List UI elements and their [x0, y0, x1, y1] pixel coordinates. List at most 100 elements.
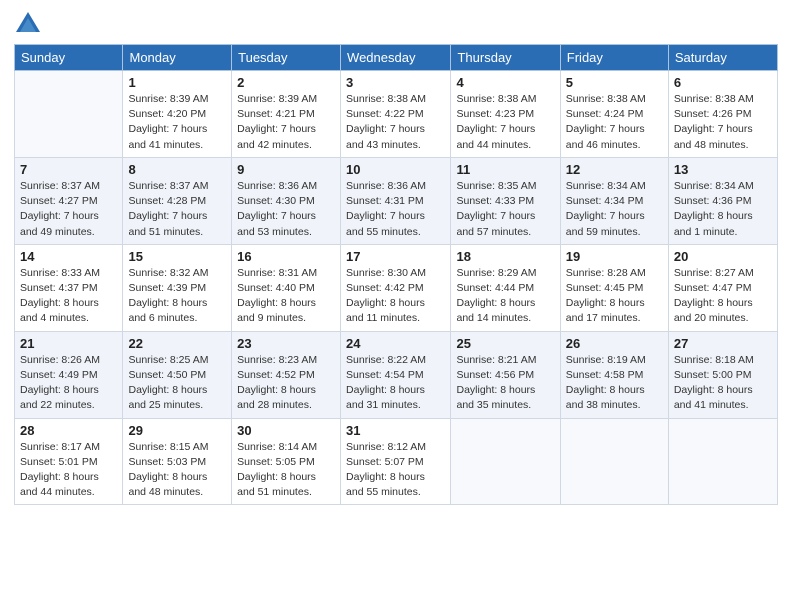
- calendar-cell: 22Sunrise: 8:25 AMSunset: 4:50 PMDayligh…: [123, 331, 232, 418]
- calendar-cell: 29 Sunrise: 8:15 AMSunset: 5:03 PMDayligh…: [123, 418, 232, 505]
- calendar-cell: 5Sunrise: 8:38 AMSunset: 4:24 PMDaylight…: [560, 71, 668, 158]
- day-info: Sunrise: 8:15 AMSunset: 5:03 PMDaylight:…: [128, 440, 226, 501]
- day-info: Sunrise: 8:32 AMSunset: 4:39 PMDaylight:…: [128, 266, 226, 327]
- calendar-cell: 19Sunrise: 8:28 AMSunset: 4:45 PMDayligh…: [560, 244, 668, 331]
- day-info: Sunrise: 8:38 AMSunset: 4:23 PMDaylight:…: [456, 92, 554, 153]
- col-tuesday: Tuesday: [232, 45, 341, 71]
- day-info: Sunrise: 8:30 AMSunset: 4:42 PMDaylight:…: [346, 266, 445, 327]
- day-number: 30: [237, 423, 335, 438]
- day-number: 20: [674, 249, 772, 264]
- day-info: Sunrise: 8:27 AMSunset: 4:47 PMDaylight:…: [674, 266, 772, 327]
- day-info: Sunrise: 8:35 AMSunset: 4:33 PMDaylight:…: [456, 179, 554, 240]
- day-info: Sunrise: 8:22 AMSunset: 4:54 PMDaylight:…: [346, 353, 445, 414]
- calendar-cell: [668, 418, 777, 505]
- day-info: Sunrise: 8:26 AMSunset: 4:49 PMDaylight:…: [20, 353, 117, 414]
- day-info: Sunrise: 8:37 AMSunset: 4:28 PMDaylight:…: [128, 179, 226, 240]
- calendar-cell: 8 Sunrise: 8:37 AMSunset: 4:28 PMDaylight…: [123, 157, 232, 244]
- day-info: Sunrise: 8:38 AMSunset: 4:26 PMDaylight:…: [674, 92, 772, 153]
- header-row: Sunday Monday Tuesday Wednesday Thursday…: [15, 45, 778, 71]
- calendar-cell: 16 Sunrise: 8:31 AMSunset: 4:40 PMDayligh…: [232, 244, 341, 331]
- day-number: 1: [128, 75, 226, 90]
- day-info: Sunrise: 8:23 AMSunset: 4:52 PMDaylight:…: [237, 353, 335, 414]
- calendar-cell: 24 Sunrise: 8:22 AMSunset: 4:54 PMDayligh…: [341, 331, 451, 418]
- day-info: Sunrise: 8:38 AMSunset: 4:22 PMDaylight:…: [346, 92, 445, 153]
- calendar-cell: 12Sunrise: 8:34 AMSunset: 4:34 PMDayligh…: [560, 157, 668, 244]
- day-info: Sunrise: 8:29 AMSunset: 4:44 PMDaylight:…: [456, 266, 554, 327]
- day-number: 31: [346, 423, 445, 438]
- day-number: 2: [237, 75, 335, 90]
- day-number: 9: [237, 162, 335, 177]
- day-number: 24: [346, 336, 445, 351]
- calendar-cell: 6 Sunrise: 8:38 AMSunset: 4:26 PMDaylight…: [668, 71, 777, 158]
- day-number: 13: [674, 162, 772, 177]
- calendar-cell: 14 Sunrise: 8:33 AMSunset: 4:37 PMDayligh…: [15, 244, 123, 331]
- day-number: 3: [346, 75, 445, 90]
- calendar-cell: 20 Sunrise: 8:27 AMSunset: 4:47 PMDayligh…: [668, 244, 777, 331]
- col-friday: Friday: [560, 45, 668, 71]
- day-number: 4: [456, 75, 554, 90]
- calendar-cell: 31 Sunrise: 8:12 AMSunset: 5:07 PMDayligh…: [341, 418, 451, 505]
- day-info: Sunrise: 8:39 AMSunset: 4:21 PMDaylight:…: [237, 92, 335, 153]
- col-monday: Monday: [123, 45, 232, 71]
- day-info: Sunrise: 8:12 AMSunset: 5:07 PMDaylight:…: [346, 440, 445, 501]
- day-info: Sunrise: 8:31 AMSunset: 4:40 PMDaylight:…: [237, 266, 335, 327]
- week-row-4: 28 Sunrise: 8:17 AMSunset: 5:01 PMDayligh…: [15, 418, 778, 505]
- calendar-cell: 13 Sunrise: 8:34 AMSunset: 4:36 PMDayligh…: [668, 157, 777, 244]
- calendar-cell: 25 Sunrise: 8:21 AMSunset: 4:56 PMDayligh…: [451, 331, 560, 418]
- day-info: Sunrise: 8:37 AMSunset: 4:27 PMDaylight:…: [20, 179, 117, 240]
- col-saturday: Saturday: [668, 45, 777, 71]
- day-info: Sunrise: 8:17 AMSunset: 5:01 PMDaylight:…: [20, 440, 117, 501]
- calendar-cell: 15Sunrise: 8:32 AMSunset: 4:39 PMDayligh…: [123, 244, 232, 331]
- week-row-3: 21Sunrise: 8:26 AMSunset: 4:49 PMDayligh…: [15, 331, 778, 418]
- calendar-cell: [560, 418, 668, 505]
- day-number: 12: [566, 162, 663, 177]
- day-info: Sunrise: 8:39 AMSunset: 4:20 PMDaylight:…: [128, 92, 226, 153]
- day-info: Sunrise: 8:36 AMSunset: 4:30 PMDaylight:…: [237, 179, 335, 240]
- day-number: 16: [237, 249, 335, 264]
- col-thursday: Thursday: [451, 45, 560, 71]
- header: [14, 10, 778, 38]
- day-number: 28: [20, 423, 117, 438]
- calendar-cell: 21Sunrise: 8:26 AMSunset: 4:49 PMDayligh…: [15, 331, 123, 418]
- calendar-cell: 30Sunrise: 8:14 AMSunset: 5:05 PMDayligh…: [232, 418, 341, 505]
- day-info: Sunrise: 8:18 AMSunset: 5:00 PMDaylight:…: [674, 353, 772, 414]
- calendar-cell: 26 Sunrise: 8:19 AMSunset: 4:58 PMDayligh…: [560, 331, 668, 418]
- calendar-table: Sunday Monday Tuesday Wednesday Thursday…: [14, 44, 778, 505]
- logo-icon: [14, 10, 42, 38]
- calendar-cell: 11 Sunrise: 8:35 AMSunset: 4:33 PMDayligh…: [451, 157, 560, 244]
- calendar-cell: [451, 418, 560, 505]
- calendar-cell: 27 Sunrise: 8:18 AMSunset: 5:00 PMDayligh…: [668, 331, 777, 418]
- day-number: 14: [20, 249, 117, 264]
- day-number: 5: [566, 75, 663, 90]
- week-row-0: 1 Sunrise: 8:39 AMSunset: 4:20 PMDaylight…: [15, 71, 778, 158]
- day-info: Sunrise: 8:34 AMSunset: 4:36 PMDaylight:…: [674, 179, 772, 240]
- day-info: Sunrise: 8:19 AMSunset: 4:58 PMDaylight:…: [566, 353, 663, 414]
- day-info: Sunrise: 8:28 AMSunset: 4:45 PMDaylight:…: [566, 266, 663, 327]
- day-number: 17: [346, 249, 445, 264]
- week-row-1: 7 Sunrise: 8:37 AMSunset: 4:27 PMDaylight…: [15, 157, 778, 244]
- calendar-cell: 4 Sunrise: 8:38 AMSunset: 4:23 PMDaylight…: [451, 71, 560, 158]
- calendar-cell: 10 Sunrise: 8:36 AMSunset: 4:31 PMDayligh…: [341, 157, 451, 244]
- day-number: 25: [456, 336, 554, 351]
- day-number: 11: [456, 162, 554, 177]
- day-number: 22: [128, 336, 226, 351]
- calendar-cell: [15, 71, 123, 158]
- day-number: 27: [674, 336, 772, 351]
- day-number: 23: [237, 336, 335, 351]
- logo: [14, 14, 46, 38]
- day-number: 18: [456, 249, 554, 264]
- day-number: 6: [674, 75, 772, 90]
- day-number: 7: [20, 162, 117, 177]
- calendar-cell: 7 Sunrise: 8:37 AMSunset: 4:27 PMDaylight…: [15, 157, 123, 244]
- calendar-cell: 23 Sunrise: 8:23 AMSunset: 4:52 PMDayligh…: [232, 331, 341, 418]
- day-number: 8: [128, 162, 226, 177]
- calendar-cell: 1 Sunrise: 8:39 AMSunset: 4:20 PMDaylight…: [123, 71, 232, 158]
- col-sunday: Sunday: [15, 45, 123, 71]
- day-info: Sunrise: 8:36 AMSunset: 4:31 PMDaylight:…: [346, 179, 445, 240]
- col-wednesday: Wednesday: [341, 45, 451, 71]
- day-number: 29: [128, 423, 226, 438]
- day-info: Sunrise: 8:33 AMSunset: 4:37 PMDaylight:…: [20, 266, 117, 327]
- day-info: Sunrise: 8:21 AMSunset: 4:56 PMDaylight:…: [456, 353, 554, 414]
- day-number: 26: [566, 336, 663, 351]
- day-number: 10: [346, 162, 445, 177]
